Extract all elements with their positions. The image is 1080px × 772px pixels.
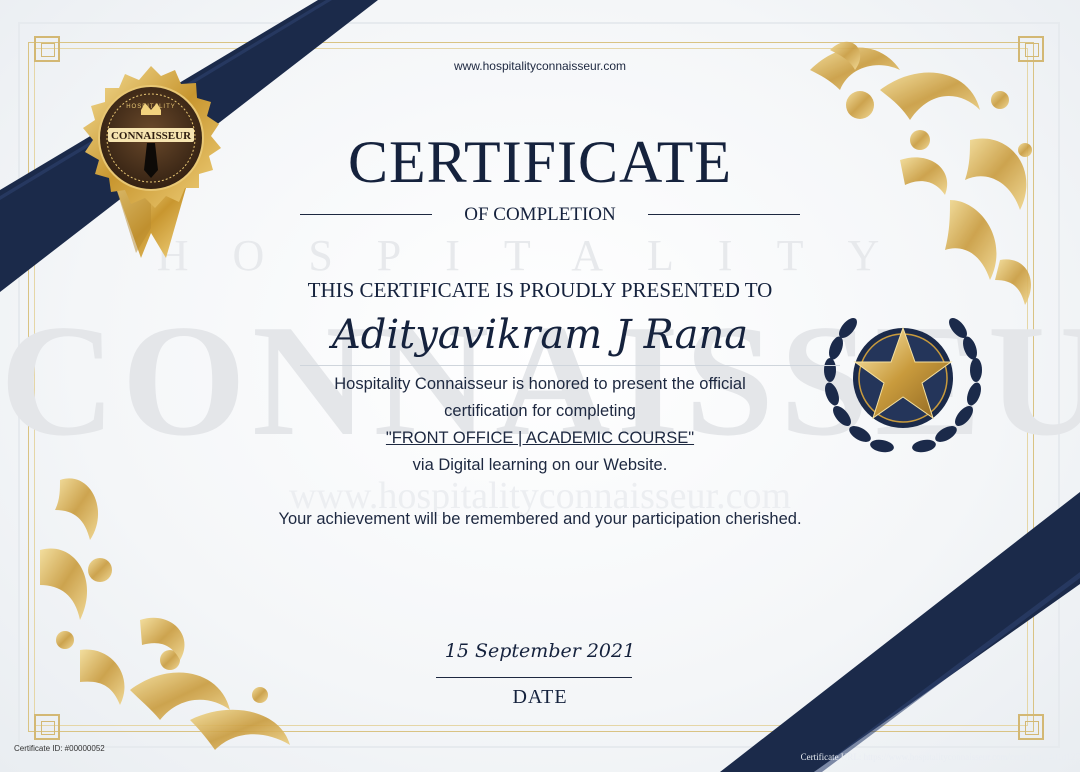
seal-top-text: HOSPITALITY [126,104,176,110]
name-divider [300,365,840,366]
certificate-id: Certificate ID: #00000052 [14,744,105,753]
certificate-title: CERTIFICATE [347,129,733,195]
certificate-url[interactable]: Certificate URL: https://www.hospitality… [801,752,1080,762]
floral-ornament-bottom-left-icon [40,478,290,750]
recipient-name: Adityavikram J Rana [331,312,749,358]
body-line-4: via Digital learning on our Website. [412,456,668,474]
website-url: www.hospitalityconnaisseur.com [453,59,627,73]
certificate-page: HOSPITALITY CONNAISSEUR www.hospitalityc… [0,0,1080,772]
presented-to-text: THIS CERTIFICATE IS PROUDLY PRESENTED TO [307,278,773,302]
date-value: 15 September 2021 [444,640,636,662]
body-line-5: Your achievement will be remembered and … [278,510,802,528]
date-line [436,677,632,678]
course-name-text: "FRONT OFFICE | ACADEMIC COURSE" [385,429,695,447]
date-label: DATE [512,686,568,708]
course-name: "FRONT OFFICE | ACADEMIC COURSE" [0,429,1080,448]
body-line-2: certification for completing [444,402,636,420]
certificate-subtitle: OF COMPLETION [464,204,616,225]
body-line-1: Hospitality Connaisseur is honored to pr… [334,375,746,393]
